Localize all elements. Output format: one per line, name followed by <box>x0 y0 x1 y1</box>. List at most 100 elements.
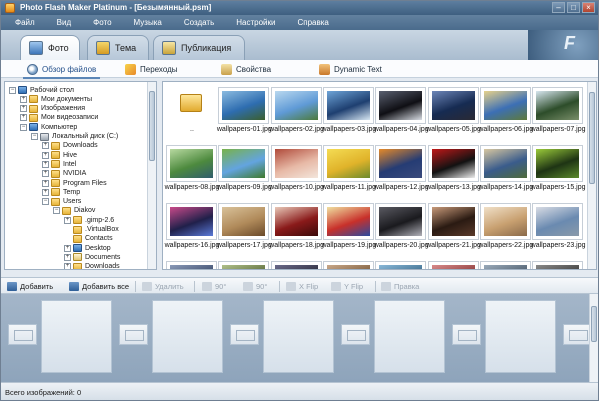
file-item[interactable] <box>479 261 533 269</box>
file-thumbnail <box>166 261 217 269</box>
storyboard-scrollbar-thumb[interactable] <box>591 306 597 342</box>
file-item[interactable]: wallpapers-04.jpg <box>374 87 429 133</box>
file-item[interactable] <box>427 261 481 269</box>
tree-expander[interactable]: + <box>64 263 71 269</box>
edit-button[interactable]: Правка <box>381 281 419 292</box>
tree-expander[interactable]: + <box>42 142 49 150</box>
file-item[interactable]: wallpapers-20.jpg <box>374 203 429 249</box>
storyboard-slide-slot[interactable] <box>263 300 334 373</box>
tree-expander[interactable]: + <box>42 170 49 178</box>
storyboard-transition-slot[interactable] <box>119 324 148 345</box>
menu-create[interactable]: Создать <box>184 18 214 27</box>
storyboard-transition-slot[interactable] <box>8 324 37 345</box>
file-item[interactable]: wallpapers-21.jpg <box>426 203 481 249</box>
file-item[interactable]: wallpapers-22.jpg <box>478 203 533 249</box>
storyboard-slide-slot[interactable] <box>41 300 112 373</box>
file-item[interactable]: wallpapers-15.jpg <box>531 145 586 191</box>
add-button[interactable]: Добавить <box>7 281 53 292</box>
menu-view[interactable]: Вид <box>57 18 71 27</box>
flip-x-button[interactable]: X Flip <box>286 281 318 292</box>
tree-expander[interactable]: − <box>9 86 16 94</box>
tree-expander[interactable]: − <box>42 198 49 206</box>
file-item[interactable]: wallpapers-19.jpg <box>321 203 376 249</box>
files-scrollbar[interactable] <box>587 82 596 269</box>
file-item[interactable]: wallpapers-03.jpg <box>321 87 376 133</box>
file-item[interactable] <box>218 261 271 269</box>
file-item[interactable]: wallpapers-02.jpg <box>269 87 324 133</box>
tree-expander[interactable]: + <box>64 253 71 261</box>
tree-expander[interactable]: + <box>20 95 27 103</box>
storyboard-slide-slot[interactable] <box>152 300 223 373</box>
file-item[interactable]: wallpapers-06.jpg <box>478 87 533 133</box>
parent-folder-item[interactable]: .. <box>166 87 219 133</box>
file-item[interactable]: wallpapers-01.jpg <box>217 87 272 133</box>
file-item[interactable] <box>375 261 428 269</box>
subtab-dynamic-text[interactable]: Dynamic Text <box>319 62 382 76</box>
tree-expander[interactable]: + <box>42 188 49 196</box>
tree-item[interactable]: + Downloads <box>64 262 120 269</box>
rotate-left-button-label: 90° <box>215 282 227 291</box>
minimize-button[interactable]: – <box>552 2 565 13</box>
file-item[interactable]: wallpapers-05.jpg <box>426 87 481 133</box>
tree-expander[interactable]: + <box>20 105 27 113</box>
file-item[interactable]: wallpapers-18.jpg <box>269 203 324 249</box>
tree-expander[interactable]: − <box>20 123 27 131</box>
storyboard-slide-slot[interactable] <box>374 300 445 373</box>
file-item[interactable]: wallpapers-07.jpg <box>531 87 586 133</box>
menu-settings[interactable]: Настройки <box>236 18 275 27</box>
tree-expander[interactable]: − <box>31 133 38 140</box>
tree-scrollbar-thumb[interactable] <box>149 91 155 161</box>
file-item[interactable]: wallpapers-16.jpg <box>165 203 219 249</box>
file-item[interactable]: wallpapers-23.jpg <box>531 203 586 249</box>
file-item[interactable] <box>166 261 219 269</box>
file-item[interactable]: wallpapers-10.jpg <box>269 145 324 191</box>
storyboard-transition-slot[interactable] <box>563 324 592 345</box>
tree-expander[interactable]: + <box>64 244 71 252</box>
folder-tree[interactable]: − Рабочий стол + Мои документы + Изображения +… <box>4 81 157 270</box>
tree-expander[interactable]: + <box>64 216 71 224</box>
files-scrollbar-thumb[interactable] <box>589 92 595 184</box>
storyboard-slide-slot[interactable] <box>485 300 556 373</box>
tree-scrollbar[interactable] <box>147 82 156 269</box>
subtab-browse-files[interactable]: Обзор файлов <box>22 62 101 79</box>
file-item[interactable] <box>322 261 376 269</box>
tree-expander[interactable]: + <box>42 151 49 159</box>
rotate-right-button[interactable]: 90° <box>243 281 267 292</box>
file-item[interactable]: wallpapers-13.jpg <box>426 145 481 191</box>
title-bar[interactable]: Photo Flash Maker Platinum - [Безымянный… <box>1 1 598 15</box>
storyboard[interactable] <box>1 294 598 382</box>
thumbnail-image <box>379 149 423 178</box>
rotate-left-button[interactable]: 90° <box>202 281 226 292</box>
tree-expander[interactable]: + <box>42 179 49 187</box>
file-item[interactable] <box>270 261 324 269</box>
maximize-button[interactable]: □ <box>567 2 580 13</box>
file-item[interactable]: wallpapers-09.jpg <box>217 145 272 191</box>
menu-music[interactable]: Музыка <box>134 18 162 27</box>
storyboard-transition-slot[interactable] <box>230 324 259 345</box>
subtab-properties[interactable]: Свойства <box>221 62 271 76</box>
delete-button[interactable]: Удалить <box>142 281 184 292</box>
storyboard-transition-slot[interactable] <box>341 324 370 345</box>
menu-help[interactable]: Справка <box>297 18 328 27</box>
file-item[interactable]: wallpapers-17.jpg <box>217 203 272 249</box>
menu-file[interactable]: Файл <box>15 18 35 27</box>
tree-expander[interactable]: + <box>20 114 27 122</box>
flip-y-button[interactable]: Y Flip <box>331 281 363 292</box>
tree-expander[interactable]: − <box>53 207 60 215</box>
tab-publish[interactable]: Публикация <box>153 35 245 60</box>
file-grid[interactable]: .. wallpapers-01.jpg wallpapers-02.jpg wall… <box>162 81 597 270</box>
storyboard-transition-slot[interactable] <box>452 324 481 345</box>
menu-photo[interactable]: Фото <box>93 18 111 27</box>
tab-photo[interactable]: Фото <box>20 35 80 60</box>
file-item[interactable]: wallpapers-12.jpg <box>374 145 429 191</box>
add-all-button[interactable]: Добавить все <box>69 281 129 292</box>
file-item[interactable] <box>532 261 585 269</box>
file-item[interactable]: wallpapers-11.jpg <box>322 145 376 191</box>
tab-theme[interactable]: Тема <box>87 35 149 60</box>
subtab-transitions[interactable]: Переходы <box>125 62 178 76</box>
file-item[interactable]: wallpapers-08.jpg <box>165 145 219 191</box>
storyboard-scrollbar[interactable] <box>589 294 598 382</box>
close-button[interactable]: × <box>582 2 595 13</box>
file-item[interactable]: wallpapers-14.jpg <box>478 145 533 191</box>
tree-expander[interactable]: + <box>42 160 49 168</box>
